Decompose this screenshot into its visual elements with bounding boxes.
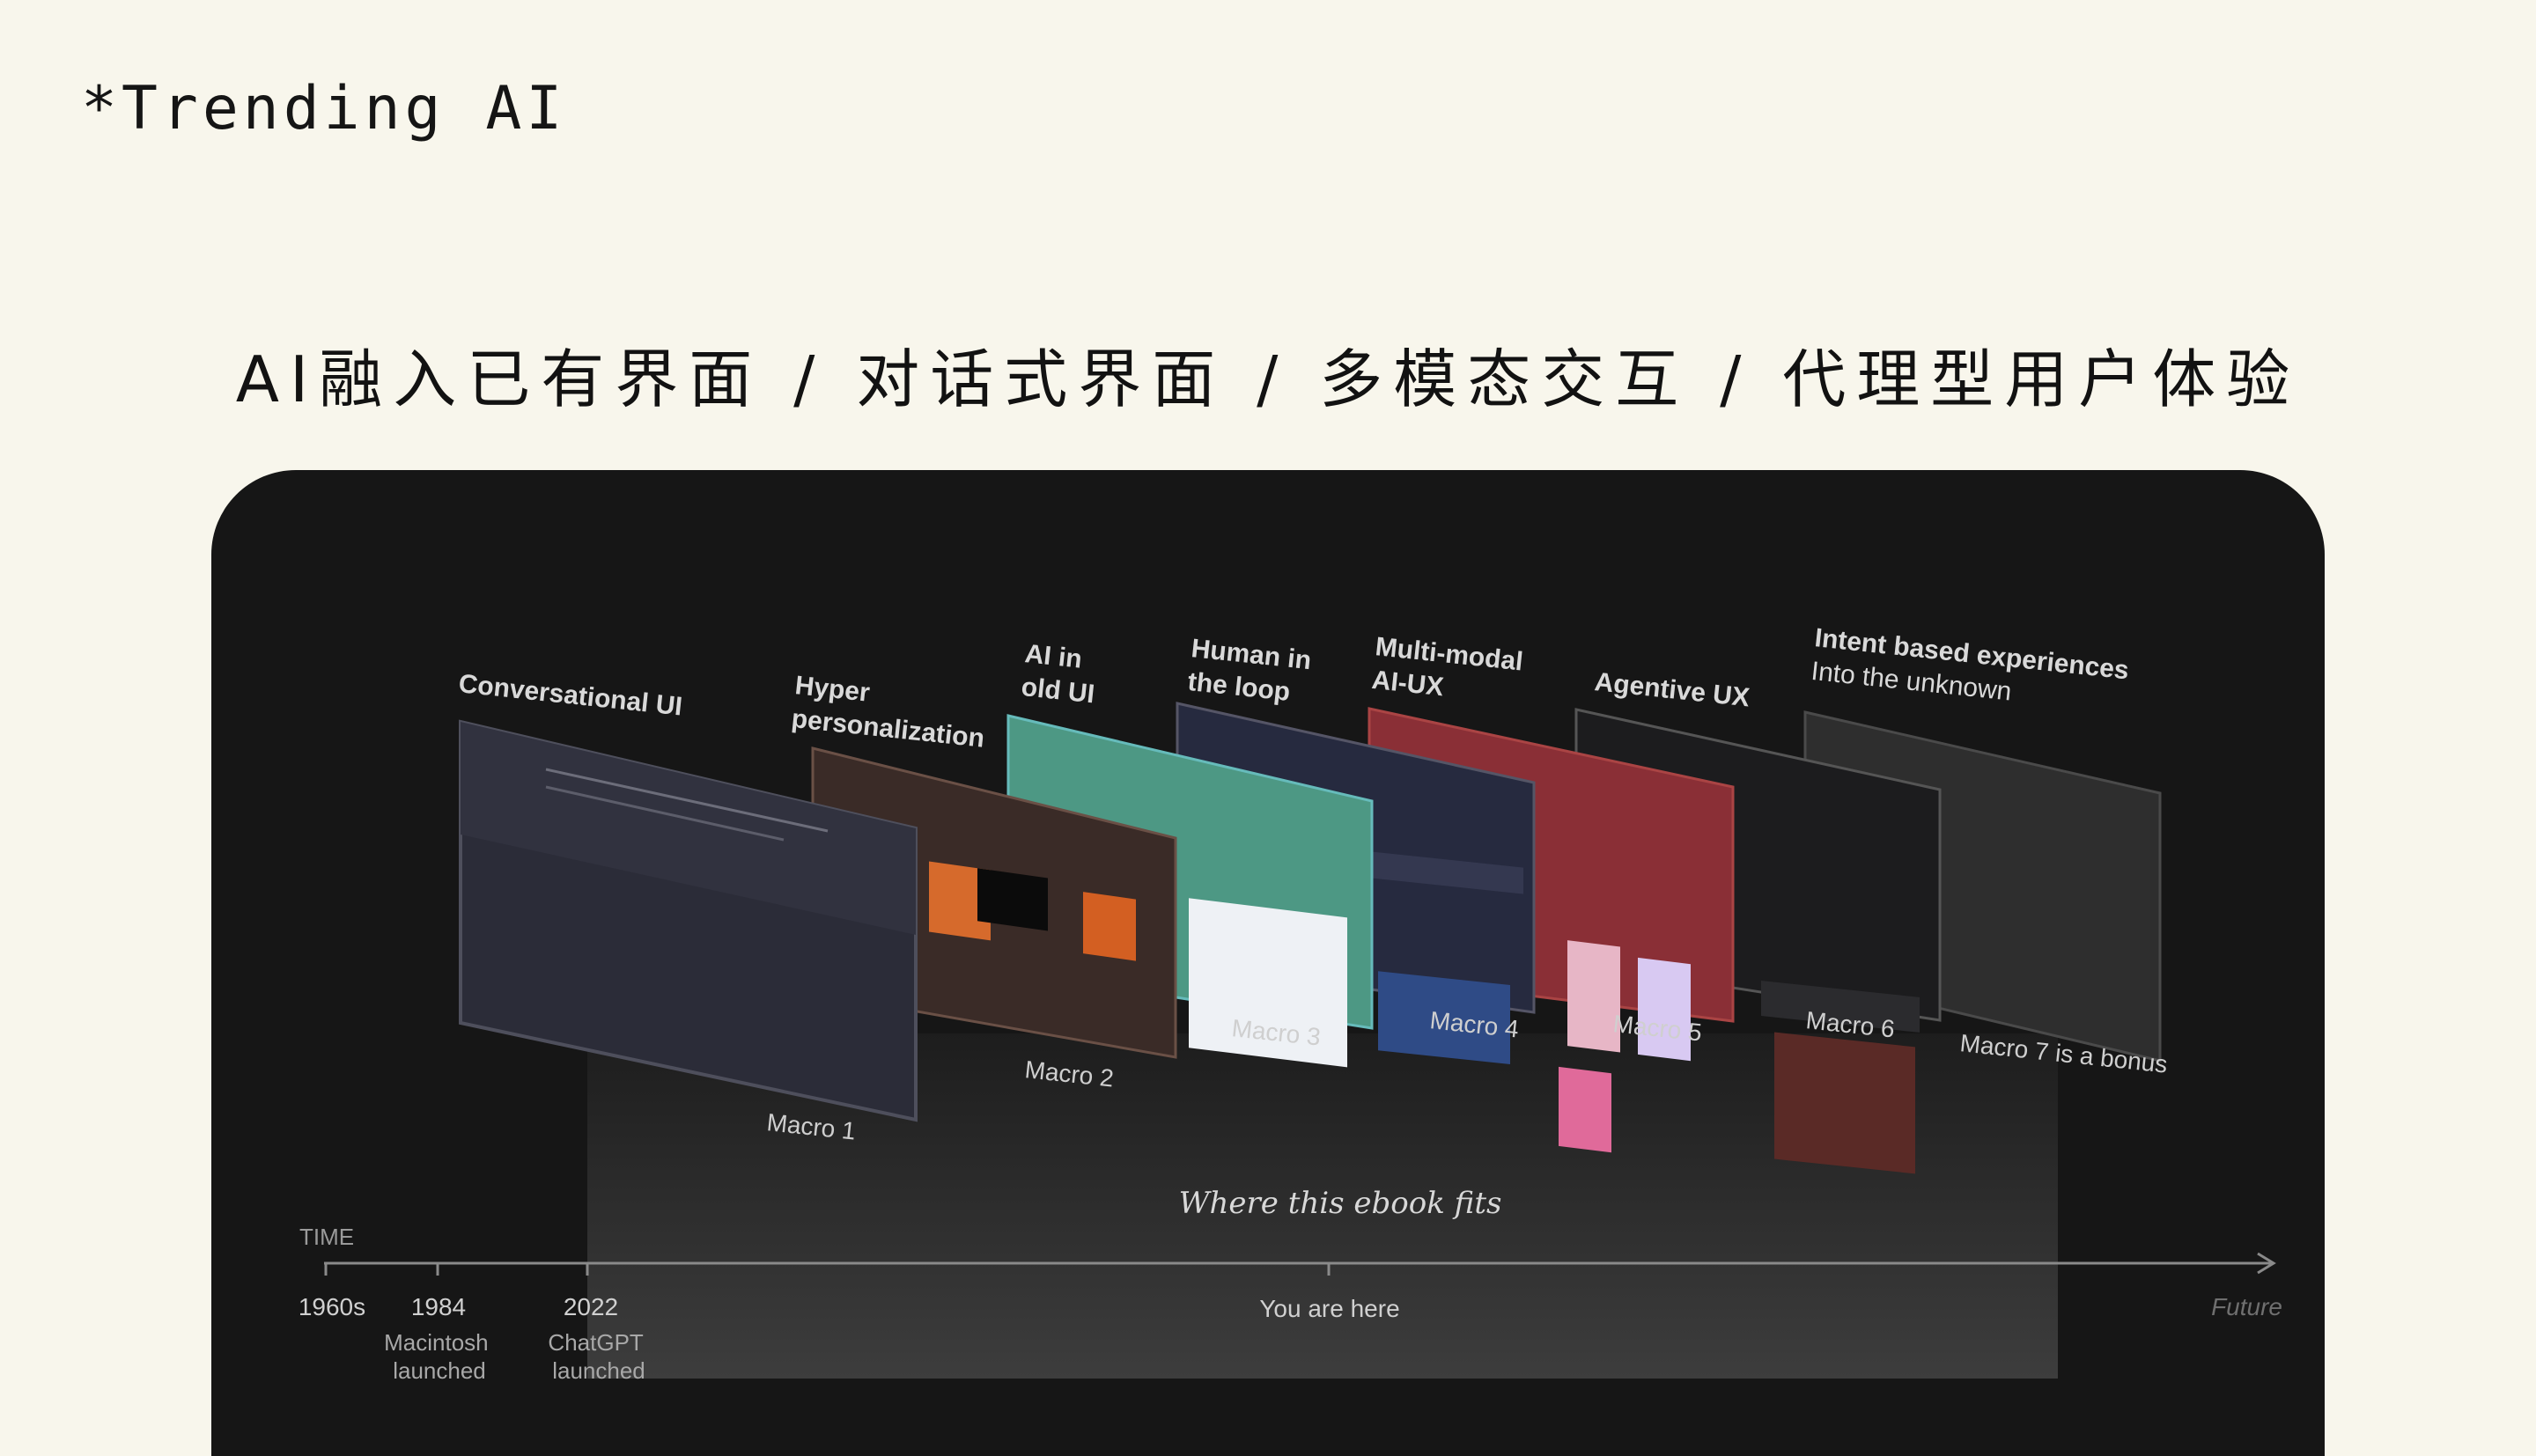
macro-4-title: Human in the loop bbox=[1186, 634, 1320, 710]
tick-1984: 1984 bbox=[411, 1293, 466, 1320]
macro-6-title: Agentive UX bbox=[1593, 667, 1751, 712]
macro-3-title: AI in old UI bbox=[1020, 639, 1099, 709]
ebook-caption: Where this ebook fits bbox=[1179, 1186, 1502, 1221]
macro-diagram-panel: Where this ebook fits Conversational UI … bbox=[211, 470, 2325, 1456]
macro-5-title: Multi-modal AI-UX bbox=[1370, 632, 1531, 710]
tick-1984-note: Macintosh launched bbox=[384, 1329, 495, 1384]
brand-title: *Trending AI bbox=[81, 74, 567, 143]
headline: AI融入已有界面 / 对话式界面 / 多模态交互 / 代理型用户体验 bbox=[235, 342, 2301, 416]
you-are-here: You are here bbox=[1259, 1295, 1399, 1322]
tick-1960s: 1960s bbox=[299, 1293, 365, 1320]
tick-2022: 2022 bbox=[564, 1293, 618, 1320]
macro-diagram: Where this ebook fits Conversational UI … bbox=[299, 623, 2282, 1384]
macro-7-title: Intent based experiences Into the unknow… bbox=[1810, 623, 2137, 719]
future-label: Future bbox=[2211, 1293, 2282, 1320]
timeline-axis-label: TIME bbox=[299, 1224, 354, 1250]
macro-1-title: Conversational UI bbox=[457, 669, 683, 721]
macro-2-title: Hyper personalization bbox=[790, 671, 989, 754]
